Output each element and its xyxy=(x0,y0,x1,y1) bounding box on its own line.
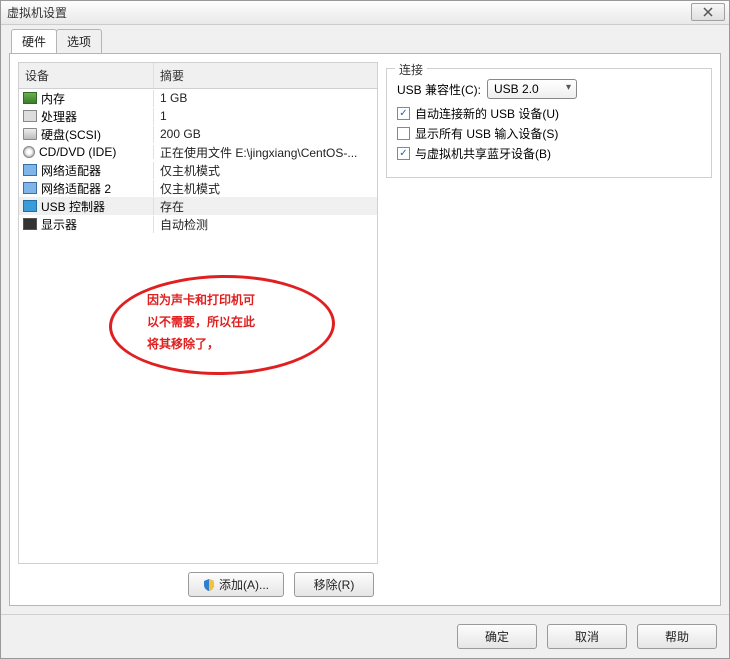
usb-compat-row: USB 兼容性(C): USB 2.0 xyxy=(397,79,701,99)
col-header-device[interactable]: 设备 xyxy=(19,63,154,88)
cancel-button[interactable]: 取消 xyxy=(547,624,627,649)
device-name: 处理器 xyxy=(41,108,77,125)
device-name: 显示器 xyxy=(41,216,77,233)
vm-settings-window: 虚拟机设置 硬件 选项 设备 摘要 内存 1 GB 处理器 1 硬盘(SCSI) 200 … xyxy=(0,0,730,659)
ok-button[interactable]: 确定 xyxy=(457,624,537,649)
content-area: 硬件 选项 设备 摘要 内存 1 GB 处理器 1 硬盘(SCSI) 200 GB CD/D… xyxy=(1,25,729,614)
device-name: 内存 xyxy=(41,90,65,107)
annotation-line: 以不需要，所以在此 xyxy=(147,311,255,333)
device-summary: 仅主机模式 xyxy=(154,180,377,197)
window-title: 虚拟机设置 xyxy=(7,4,67,21)
hardware-rows: 内存 1 GB 处理器 1 硬盘(SCSI) 200 GB CD/DVD (IDE) 正在使用… xyxy=(19,89,377,563)
device-summary: 1 xyxy=(154,109,377,123)
device-summary: 正在使用文件 E:\jingxiang\CentOS-... xyxy=(154,144,377,161)
cd-icon xyxy=(23,146,35,158)
right-panel: 连接 USB 兼容性(C): USB 2.0 ✓ 自动连接新的 USB 设备(U… xyxy=(386,62,712,597)
connection-group-title: 连接 xyxy=(395,61,427,78)
add-button[interactable]: 添加(A)... xyxy=(188,572,284,597)
chk-show-all[interactable]: 显示所有 USB 输入设备(S) xyxy=(397,125,701,142)
table-row[interactable]: CD/DVD (IDE) 正在使用文件 E:\jingxiang\CentOS-.… xyxy=(19,143,377,161)
chk-share-bluetooth[interactable]: ✓ 与虚拟机共享蓝牙设备(B) xyxy=(397,145,701,162)
tabstrip: 硬件 选项 xyxy=(11,31,721,53)
device-summary: 自动检测 xyxy=(154,216,377,233)
titlebar: 虚拟机设置 xyxy=(1,1,729,25)
close-button[interactable] xyxy=(691,3,725,21)
close-icon xyxy=(703,7,713,17)
tab-hardware[interactable]: 硬件 xyxy=(11,29,57,53)
table-row[interactable]: 网络适配器 仅主机模式 xyxy=(19,161,377,179)
table-row[interactable]: USB 控制器 存在 xyxy=(19,197,377,215)
tab-options[interactable]: 选项 xyxy=(56,29,102,53)
usb-icon xyxy=(23,200,37,212)
connection-group: 连接 USB 兼容性(C): USB 2.0 ✓ 自动连接新的 USB 设备(U… xyxy=(386,68,712,178)
device-name: 网络适配器 2 xyxy=(41,180,111,197)
device-summary: 200 GB xyxy=(154,127,377,141)
left-buttons: 添加(A)... 移除(R) xyxy=(18,572,378,597)
usb-compat-label: USB 兼容性(C): xyxy=(397,81,481,98)
left-panel: 设备 摘要 内存 1 GB 处理器 1 硬盘(SCSI) 200 GB CD/DVD (ID… xyxy=(18,62,378,597)
checkbox-icon: ✓ xyxy=(397,107,410,120)
help-button[interactable]: 帮助 xyxy=(637,624,717,649)
table-row[interactable]: 网络适配器 2 仅主机模式 xyxy=(19,179,377,197)
net-icon xyxy=(23,182,37,194)
remove-button[interactable]: 移除(R) xyxy=(294,572,374,597)
disp-icon xyxy=(23,218,37,230)
chk-auto-label: 自动连接新的 USB 设备(U) xyxy=(415,105,559,122)
device-name: CD/DVD (IDE) xyxy=(39,145,116,159)
table-row[interactable]: 内存 1 GB xyxy=(19,89,377,107)
net-icon xyxy=(23,164,37,176)
usb-compat-select[interactable]: USB 2.0 xyxy=(487,79,577,99)
device-name: USB 控制器 xyxy=(41,198,105,215)
table-row[interactable]: 硬盘(SCSI) 200 GB xyxy=(19,125,377,143)
annotation-ellipse xyxy=(108,273,336,377)
hardware-list-header: 设备 摘要 xyxy=(19,63,377,89)
annotation-line: 将其移除了， xyxy=(147,333,255,355)
device-summary: 1 GB xyxy=(154,91,377,105)
shield-icon xyxy=(203,579,215,591)
chk-show-label: 显示所有 USB 输入设备(S) xyxy=(415,125,558,142)
annotation-text: 因为声卡和打印机可 以不需要，所以在此 将其移除了， xyxy=(147,289,255,355)
disk-icon xyxy=(23,128,37,140)
device-name: 硬盘(SCSI) xyxy=(41,126,101,143)
annotation-line: 因为声卡和打印机可 xyxy=(147,289,255,311)
mem-icon xyxy=(23,92,37,104)
device-name: 网络适配器 xyxy=(41,162,101,179)
hardware-list: 设备 摘要 内存 1 GB 处理器 1 硬盘(SCSI) 200 GB CD/DVD (ID… xyxy=(18,62,378,564)
cpu-icon xyxy=(23,110,37,122)
add-button-label: 添加(A)... xyxy=(219,578,269,592)
footer: 确定 取消 帮助 xyxy=(1,614,729,658)
device-summary: 仅主机模式 xyxy=(154,162,377,179)
checkbox-icon: ✓ xyxy=(397,147,410,160)
device-summary: 存在 xyxy=(154,198,377,215)
chk-bt-label: 与虚拟机共享蓝牙设备(B) xyxy=(415,145,551,162)
col-header-summary[interactable]: 摘要 xyxy=(154,63,377,88)
table-row[interactable]: 显示器 自动检测 xyxy=(19,215,377,233)
checkbox-icon xyxy=(397,127,410,140)
table-row[interactable]: 处理器 1 xyxy=(19,107,377,125)
chk-auto-connect[interactable]: ✓ 自动连接新的 USB 设备(U) xyxy=(397,105,701,122)
body-area: 设备 摘要 内存 1 GB 处理器 1 硬盘(SCSI) 200 GB CD/DVD (ID… xyxy=(9,53,721,606)
